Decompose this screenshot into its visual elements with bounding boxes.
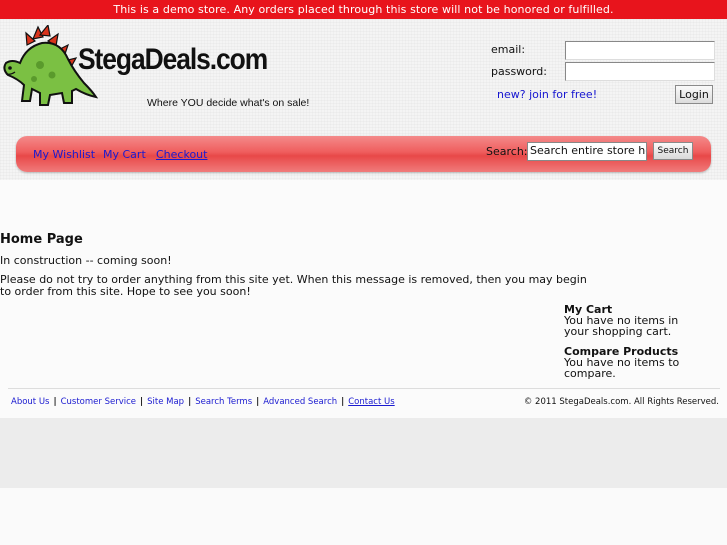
search-input[interactable]: Search entire store here... <box>527 142 647 161</box>
footer-customer-service[interactable]: Customer Service <box>61 397 136 407</box>
nav-bar: My Wishlist My Cart Checkout Search: Sea… <box>16 136 711 172</box>
footer-separator: | <box>140 397 144 407</box>
footer-separator: | <box>53 397 57 407</box>
footer-advanced-search[interactable]: Advanced Search <box>263 397 337 407</box>
logo-tagline: Where YOU decide what's on sale! <box>147 97 310 109</box>
footer-separator: | <box>188 397 192 407</box>
footer-site-map[interactable]: Site Map <box>147 397 184 407</box>
compare-text: You have no items to compare. <box>564 356 680 380</box>
header: StegaDeals.com Where YOU decide what's o… <box>0 19 727 119</box>
logo-wordmark: StegaDeals.com <box>78 43 268 76</box>
mini-cart: My Cart You have no items in your shoppi… <box>564 304 724 337</box>
nav-checkout[interactable]: Checkout <box>156 148 207 161</box>
page-title: Home Page <box>0 232 83 247</box>
password-field[interactable] <box>565 62 715 81</box>
login-button[interactable]: Login <box>675 85 713 104</box>
footer-separator: | <box>256 397 260 407</box>
footer-links: About Us | Customer Service | Site Map | Searc… <box>11 397 395 407</box>
password-label: password: <box>491 65 547 78</box>
notice-text: Please do not try to order anything from… <box>0 273 587 298</box>
nav-my-wishlist[interactable]: My Wishlist <box>33 148 95 161</box>
page-bottom-band <box>0 418 727 488</box>
join-link[interactable]: new? join for free! <box>497 88 597 101</box>
footer: About Us | Customer Service | Site Map | Searc… <box>0 389 727 418</box>
demo-store-notice: This is a demo store. Any orders placed … <box>0 0 727 19</box>
nav-my-cart[interactable]: My Cart <box>103 148 146 161</box>
footer-contact-us[interactable]: Contact Us <box>348 397 394 407</box>
footer-separator: | <box>341 397 345 407</box>
search-button[interactable]: Search <box>653 142 693 160</box>
footer-search-terms[interactable]: Search Terms <box>195 397 252 407</box>
footer-divider <box>8 388 720 389</box>
construction-text: In construction -- coming soon! <box>0 254 172 267</box>
footer-about-us[interactable]: About Us <box>11 397 49 407</box>
mini-cart-text: You have no items in your shopping cart. <box>564 314 679 338</box>
copyright: © 2011 StegaDeals.com. All Rights Reserv… <box>523 397 719 407</box>
search-label: Search: <box>486 145 528 158</box>
compare-products: Compare Products You have no items to co… <box>564 346 724 379</box>
page-bottom-blank <box>0 488 727 545</box>
email-field[interactable] <box>565 41 715 60</box>
site-logo[interactable]: StegaDeals.com Where YOU decide what's o… <box>0 25 320 115</box>
email-label: email: <box>491 43 526 56</box>
main-content: Home Page In construction -- coming soon… <box>0 180 727 389</box>
